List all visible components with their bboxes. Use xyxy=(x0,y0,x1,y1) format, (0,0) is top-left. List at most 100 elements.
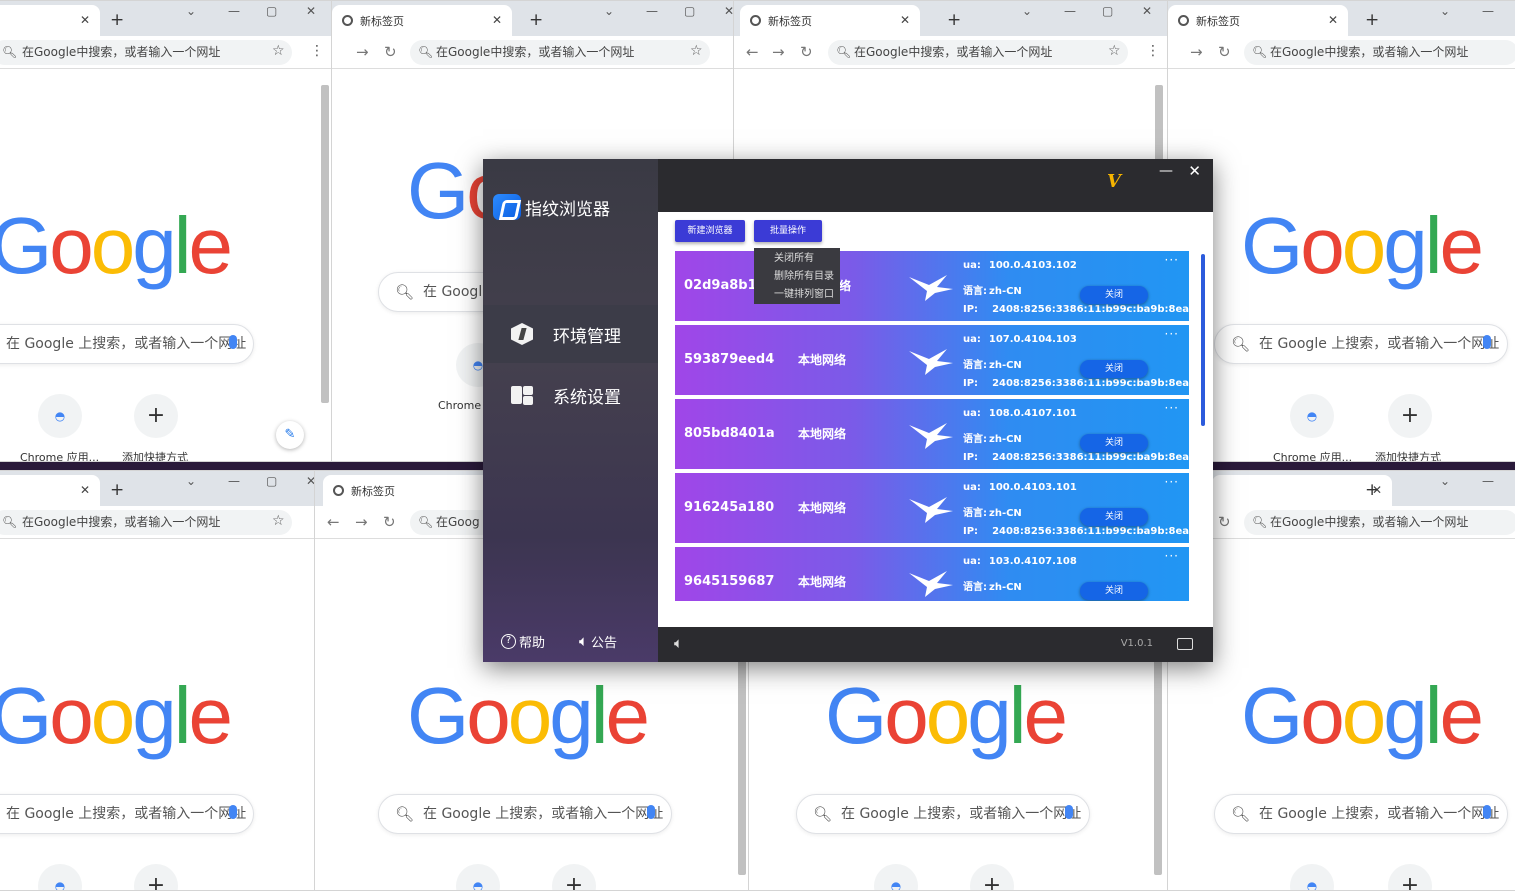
add-shortcut-icon[interactable]: + xyxy=(970,864,1014,890)
chevron-down-icon[interactable]: ⌄ xyxy=(186,4,196,18)
add-shortcut-icon[interactable]: + xyxy=(134,864,178,890)
search-input[interactable]: 在 Google 上搜索，或者输入一个网址 xyxy=(0,324,254,364)
menu-item-arrange-windows[interactable]: 一键排列窗口 xyxy=(754,286,840,304)
vip-logo-icon[interactable]: V xyxy=(1107,171,1121,192)
new-tab-icon[interactable]: + xyxy=(947,10,961,30)
minimize-icon[interactable]: — xyxy=(646,4,658,18)
add-shortcut-icon[interactable]: + xyxy=(552,864,596,890)
close-profile-button[interactable]: 关闭 xyxy=(1080,508,1148,526)
new-tab-icon[interactable]: + xyxy=(110,10,124,30)
tab[interactable]: 新标签页 ✕ xyxy=(332,5,512,36)
search-input[interactable]: 🔍︎ 在 Google 上搜索，或者输入一个网址 xyxy=(796,794,1090,834)
maximize-icon[interactable]: ▢ xyxy=(266,4,277,18)
address-bar[interactable]: 🔍︎ 在Google中搜索，或者输入一个网址 xyxy=(828,40,1128,65)
more-icon[interactable]: ··· xyxy=(1165,401,1179,415)
search-input[interactable]: 🔍︎ 在 Google 上搜索，或者输入一个网址 xyxy=(1214,324,1508,364)
profile-card[interactable]: 593879eed4 本地网络 ua: 107.0.4104.103 语言: zh-… xyxy=(675,325,1189,395)
close-window-icon[interactable]: ✕ xyxy=(306,4,316,18)
profile-card[interactable]: 916245a180 本地网络 ua: 100.0.4103.101 语言: zh-… xyxy=(675,473,1189,543)
maximize-icon[interactable]: ▢ xyxy=(684,4,695,18)
more-icon[interactable]: ··· xyxy=(1165,327,1179,341)
tab[interactable]: 新标签页 ✕ xyxy=(1168,5,1348,36)
address-bar[interactable]: 🔍︎ 在Google中搜索，或者输入一个网址 xyxy=(0,510,292,535)
close-tab-icon[interactable]: ✕ xyxy=(80,483,90,497)
new-browser-button[interactable]: 新建浏览器 xyxy=(675,220,745,242)
search-input[interactable]: 🔍︎ 在 Google 上搜索，或者输入一个网址 xyxy=(1214,794,1508,834)
star-icon[interactable]: ☆ xyxy=(272,513,285,529)
chrome-apps-shortcut[interactable]: ◓ xyxy=(1290,864,1334,890)
star-icon[interactable]: ☆ xyxy=(1108,43,1121,59)
edit-icon[interactable]: ✎ xyxy=(276,421,304,449)
reload-icon[interactable]: ↻ xyxy=(800,43,813,61)
mic-icon[interactable] xyxy=(229,335,237,349)
reload-icon[interactable]: ↻ xyxy=(1218,513,1231,531)
sidebar-item-settings[interactable]: 系统设置 xyxy=(483,366,658,424)
notice-link[interactable]: 🔈︎ 公告 xyxy=(579,632,617,651)
close-tab-icon[interactable]: ✕ xyxy=(1328,13,1338,27)
chrome-apps-shortcut[interactable]: ◓ xyxy=(38,394,82,438)
more-icon[interactable]: ··· xyxy=(1165,253,1179,267)
tab[interactable]: ✕ xyxy=(0,475,100,506)
chrome-apps-shortcut[interactable]: ◓ xyxy=(38,864,82,890)
chevron-down-icon[interactable]: ⌄ xyxy=(1440,474,1450,488)
chrome-apps-shortcut[interactable]: ◓ xyxy=(874,864,918,890)
monitor-icon[interactable] xyxy=(1177,638,1193,650)
minimize-icon[interactable]: — xyxy=(228,474,240,488)
mic-icon[interactable] xyxy=(1483,805,1491,819)
back-icon[interactable]: ← xyxy=(327,513,340,531)
new-tab-icon[interactable]: + xyxy=(529,10,543,30)
menu-item-delete-dirs[interactable]: 删除所有目录 xyxy=(754,268,840,286)
sidebar-item-env[interactable]: 环境管理 xyxy=(483,305,658,363)
star-icon[interactable]: ☆ xyxy=(272,43,285,59)
add-shortcut-icon[interactable]: + xyxy=(134,394,178,438)
minimize-icon[interactable]: — xyxy=(228,4,240,18)
menu-icon[interactable]: ⋮ xyxy=(1146,43,1160,59)
tab[interactable]: ✕ xyxy=(0,5,100,36)
address-bar[interactable]: 🔍︎ 在Google中搜索，或者输入一个网址 xyxy=(410,40,710,65)
forward-icon[interactable]: → xyxy=(772,43,785,61)
new-tab-icon[interactable]: + xyxy=(110,480,124,500)
forward-icon[interactable]: → xyxy=(356,43,369,61)
address-bar[interactable]: 🔍︎ 在Google中搜索，或者输入一个网址 xyxy=(1244,40,1515,65)
speaker-icon[interactable]: 🔈︎ xyxy=(674,634,683,652)
mic-icon[interactable] xyxy=(647,805,655,819)
mic-icon[interactable] xyxy=(229,805,237,819)
address-bar[interactable]: 🔍︎ 在Google中搜索，或者输入一个网址 xyxy=(0,40,292,65)
more-icon[interactable]: ··· xyxy=(1165,475,1179,489)
tab[interactable]: 新标签页 xyxy=(323,475,503,506)
menu-icon[interactable]: ⋮ xyxy=(310,43,324,59)
add-shortcut-icon[interactable]: + xyxy=(1388,394,1432,438)
scrollbar[interactable] xyxy=(321,85,329,403)
chrome-apps-shortcut[interactable]: ◓ xyxy=(1290,394,1334,438)
close-profile-button[interactable]: 关闭 xyxy=(1080,360,1148,378)
search-input[interactable]: 在 Google 上搜索，或者输入一个网址 xyxy=(0,794,254,834)
close-profile-button[interactable]: 关闭 xyxy=(1080,434,1148,452)
minimize-icon[interactable]: — xyxy=(1159,163,1173,179)
chevron-down-icon[interactable]: ⌄ xyxy=(186,474,196,488)
add-shortcut-icon[interactable]: + xyxy=(1388,864,1432,890)
new-tab-icon[interactable]: + xyxy=(1365,480,1379,500)
mic-icon[interactable] xyxy=(1065,805,1073,819)
back-icon[interactable]: ← xyxy=(746,43,759,61)
profile-card[interactable]: 805bd8401a 本地网络 ua: 108.0.4107.101 语言: zh-… xyxy=(675,399,1189,469)
forward-icon[interactable]: → xyxy=(355,513,368,531)
batch-operation-button[interactable]: 批量操作 xyxy=(754,220,822,242)
reload-icon[interactable]: ↻ xyxy=(384,43,397,61)
chevron-down-icon[interactable]: ⌄ xyxy=(1022,4,1032,18)
address-bar[interactable]: 🔍︎ 在Google中搜索，或者输入一个网址 xyxy=(1244,510,1515,535)
maximize-icon[interactable]: ▢ xyxy=(1102,4,1113,18)
tab[interactable]: 新标签页 ✕ xyxy=(740,5,920,36)
close-window-icon[interactable]: ✕ xyxy=(1142,4,1152,18)
close-profile-button[interactable]: 关闭 xyxy=(1080,582,1148,600)
chevron-down-icon[interactable]: ⌄ xyxy=(1440,4,1450,18)
minimize-icon[interactable]: — xyxy=(1064,4,1076,18)
menu-item-close-all[interactable]: 关闭所有 xyxy=(754,250,840,268)
more-icon[interactable]: ··· xyxy=(1165,549,1179,563)
close-profile-button[interactable]: 关闭 xyxy=(1080,286,1148,304)
close-tab-icon[interactable]: ✕ xyxy=(900,13,910,27)
search-input[interactable]: 🔍︎ 在 Google 上搜索，或者输入一个网址 xyxy=(378,794,672,834)
close-icon[interactable]: ✕ xyxy=(1188,162,1201,180)
maximize-icon[interactable]: ▢ xyxy=(266,474,277,488)
forward-icon[interactable]: → xyxy=(1190,43,1203,61)
new-tab-icon[interactable]: + xyxy=(1365,10,1379,30)
